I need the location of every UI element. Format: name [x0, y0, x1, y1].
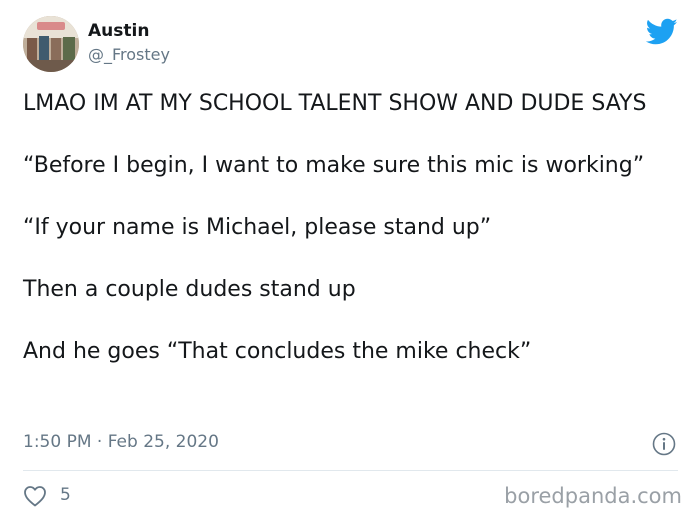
author-handle[interactable]: @_Frostey: [88, 45, 170, 64]
tweet-paragraph: LMAO IM AT MY SCHOOL TALENT SHOW AND DUD…: [23, 91, 647, 116]
tweet-text: LMAO IM AT MY SCHOOL TALENT SHOW AND DUD…: [23, 88, 673, 367]
watermark: boredpanda.com: [504, 484, 682, 508]
tweet-paragraph: “Before I begin, I want to make sure thi…: [23, 153, 645, 178]
heart-icon[interactable]: [23, 485, 47, 507]
tweet-paragraph: “If your name is Michael, please stand u…: [23, 215, 492, 240]
divider: [23, 470, 678, 471]
avatar[interactable]: [23, 16, 79, 72]
tweet-paragraph: And he goes “That concludes the mike che…: [23, 339, 532, 364]
tweet-paragraph: Then a couple dudes stand up: [23, 277, 356, 302]
author-display-name[interactable]: Austin: [88, 21, 149, 41]
tweet-timestamp[interactable]: 1:50 PM · Feb 25, 2020: [23, 432, 219, 452]
twitter-bird-icon[interactable]: [646, 18, 678, 46]
like-count: 5: [60, 485, 71, 505]
info-icon[interactable]: [652, 432, 676, 456]
